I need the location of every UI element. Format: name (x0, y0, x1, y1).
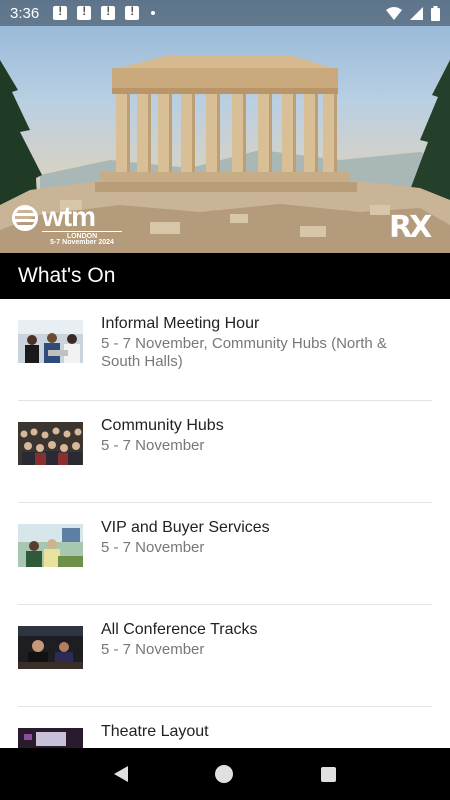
alert-icon (101, 4, 116, 20)
wtm-logo: wtm LONDON 5-7 November 2024 (12, 201, 122, 246)
item-subtitle: 5 - 7 November (101, 641, 205, 658)
item-subtitle: 5 - 7 November (101, 539, 205, 556)
signal-icon (410, 6, 423, 20)
panel-photo (18, 626, 83, 669)
globe-icon (12, 205, 38, 231)
status-time: 3:36 (10, 4, 40, 22)
item-title: All Conference Tracks (101, 621, 258, 638)
battery-icon (431, 5, 440, 21)
home-icon[interactable] (215, 765, 234, 783)
list-item[interactable]: Community Hubs 5 - 7 November (0, 401, 450, 503)
wifi-icon (386, 6, 402, 20)
item-subtitle: 5 - 7 November (101, 437, 205, 454)
rx-logo: RX (389, 210, 432, 245)
alert-icon (53, 4, 68, 20)
item-title: VIP and Buyer Services (101, 519, 270, 536)
crowd-photo (18, 422, 83, 465)
alert-icon (125, 4, 140, 20)
item-title: Theatre Layout (101, 723, 209, 740)
list-item[interactable]: Theatre Layout (0, 707, 450, 748)
wtm-wordmark: wtm (42, 201, 96, 232)
list-item[interactable]: Informal Meeting Hour 5 - 7 November, Co… (0, 299, 450, 401)
recent-apps-icon[interactable] (321, 766, 337, 782)
navigation-bar (0, 748, 450, 800)
item-title: Informal Meeting Hour (101, 315, 260, 332)
status-bar: 3:36 (0, 0, 450, 26)
whats-on-list[interactable]: Informal Meeting Hour 5 - 7 November, Co… (0, 299, 450, 748)
wtm-dates: 5-7 November 2024 (50, 239, 114, 246)
meeting-photo (18, 320, 83, 363)
more-notifications-dot-icon (151, 11, 156, 15)
theatre-photo (18, 728, 83, 748)
lounge-photo (18, 524, 83, 567)
item-title: Community Hubs (101, 417, 224, 434)
alert-icon (77, 4, 92, 20)
back-icon[interactable] (113, 766, 128, 782)
list-item[interactable]: All Conference Tracks 5 - 7 November (0, 605, 450, 707)
list-item[interactable]: VIP and Buyer Services 5 - 7 November (0, 503, 450, 605)
item-subtitle: 5 - 7 November, Community Hubs (North & … (101, 335, 387, 370)
section-header: What's On (0, 253, 450, 299)
section-title: What's On (18, 264, 116, 287)
hero-banner: wtm LONDON 5-7 November 2024 RX (0, 0, 450, 253)
